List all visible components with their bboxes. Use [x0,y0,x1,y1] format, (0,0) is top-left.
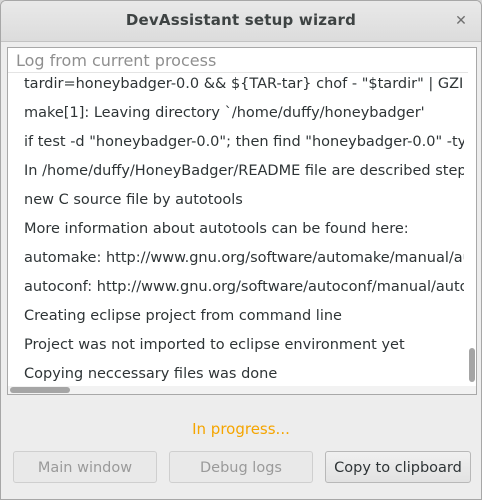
log-line: if test -d "honeybadger-0.0"; then find … [24,134,464,150]
log-line: Copying neccessary files was done [24,366,278,382]
log-panel: Log from current process tardir=honeybad… [7,47,477,395]
log-line: automake: http://www.gnu.org/software/au… [24,250,464,266]
log-line: make[1]: Leaving directory `/home/duffy/… [24,105,425,121]
window-title: DevAssistant setup wizard [125,11,357,29]
title-bar[interactable]: DevAssistant setup wizard ✕ [1,1,481,42]
horizontal-scrollbar-thumb[interactable] [10,387,70,393]
log-line: new C source file by autotools [24,192,243,208]
progress-status: In progress... [192,420,290,438]
log-line: autoconf: http://www.gnu.org/software/au… [24,279,464,295]
log-line: In /home/duffy/HoneyBadger/README file a… [24,163,464,179]
main-window-button[interactable]: Main window [13,451,157,483]
close-icon[interactable]: ✕ [453,13,469,29]
copy-to-clipboard-button[interactable]: Copy to clipboard [325,451,471,483]
setup-wizard-window: DevAssistant setup wizard ✕ Log from cur… [0,0,482,500]
log-line: Creating eclipse project from command li… [24,308,342,324]
vertical-scrollbar[interactable] [468,48,476,382]
horizontal-scrollbar[interactable] [8,386,476,394]
vertical-scrollbar-thumb[interactable] [469,348,475,382]
log-header-label: Log from current process [16,51,217,70]
log-lines: tardir=honeybadger-0.0 && ${TAR-tar} cho… [24,70,464,388]
log-line: More information about autotools can be … [24,221,409,237]
debug-logs-button[interactable]: Debug logs [169,451,313,483]
log-line: tardir=honeybadger-0.0 && ${TAR-tar} cho… [24,76,464,92]
log-line: Project was not imported to eclipse envi… [24,337,405,353]
